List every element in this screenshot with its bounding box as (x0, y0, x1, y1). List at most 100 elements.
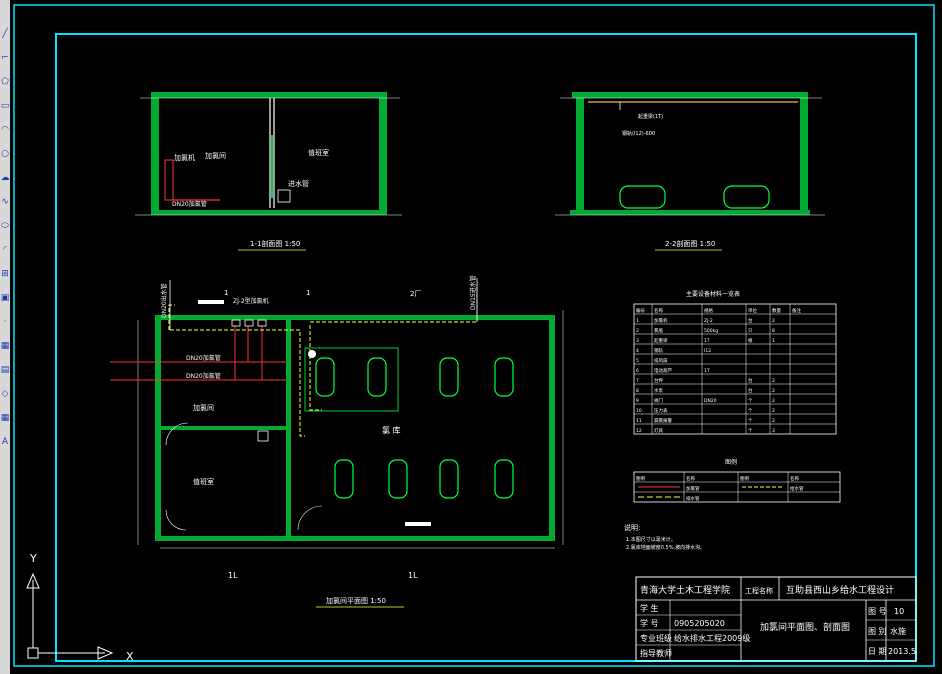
plan-room-duty: 值班室 (193, 477, 214, 486)
equipment-table-title: 主要设备材料一览表 (686, 290, 740, 298)
equipment-cell: 漏氯报警 (654, 417, 672, 424)
tb-meta-label-0: 图 号 (868, 607, 887, 616)
tb-row-value-1: 0905205020 (674, 619, 725, 628)
tb-meta-value-0: 10 (894, 607, 904, 616)
equipment-cell: 1 (636, 318, 639, 324)
tb-drawing-name: 加氯间平面图、剖面图 (760, 621, 850, 633)
equipment-cell: 4 (636, 348, 639, 354)
equipment-cell: 台秤 (654, 377, 663, 384)
cylinders (315, 357, 514, 499)
spline-icon[interactable]: ∿ (0, 196, 10, 208)
equipment-cell: 只 (748, 328, 753, 334)
equipment-cell: DN20 (704, 398, 717, 404)
equipment-cell: 3 (636, 338, 639, 344)
equipment-header: 数量 (772, 307, 781, 314)
equipment-cell: 2 (772, 408, 775, 414)
equipment-cell: 500kg (704, 328, 718, 334)
equipment-header: 编号 (636, 307, 645, 314)
equipment-cell: 台 (748, 387, 753, 394)
plan-riser2: DN15进水管 (469, 275, 477, 310)
s2-rail-label: 钢轨(I12)-600 (622, 130, 655, 137)
s1-chlorinator-label: 加氯机 (174, 153, 195, 162)
circle-icon[interactable]: ○ (0, 148, 10, 160)
tb-project-name: 互助县西山乡给水工程设计 (786, 584, 894, 596)
rectangle-icon[interactable]: ▭ (0, 100, 10, 112)
s1-pipe-label: DN20加氯管 (172, 200, 207, 208)
s1-room-left: 加氯间 (205, 151, 226, 160)
plan-chlorinator: ZJ-2型加氯机 (233, 297, 269, 305)
plan-axis-1: 1 (224, 289, 228, 297)
region-icon[interactable]: ◇ (0, 388, 10, 400)
arc-icon[interactable]: ◠ (0, 124, 10, 136)
s1-room-right: 值班室 (308, 148, 329, 157)
point-icon[interactable]: · (0, 316, 10, 328)
plan-title: 加氯间平面图 1:50 (326, 596, 386, 605)
polyline-icon[interactable]: ⌐ (0, 52, 10, 64)
title-block: 青海大学土木工程学院 工程名称 互助县西山乡给水工程设计 加氯间平面图、剖面图 … (635, 576, 917, 662)
equipment-cell: 2 (636, 328, 639, 334)
inner-frame (55, 33, 917, 662)
ucs-y-label: Y (29, 552, 37, 565)
equipment-cell: 灯具 (654, 427, 663, 434)
equipment-header: 备注 (792, 307, 801, 314)
equipment-cell: 水泵 (654, 387, 663, 394)
equipment-header: 名称 (654, 307, 663, 314)
tb-meta-label-2: 日 期 (868, 647, 887, 656)
legend-table: 图例 图例 名称 图例 名称加氯管 给水管排水管 (633, 458, 841, 503)
equipment-cell: 8 (636, 388, 639, 394)
line-icon[interactable]: ╱ (0, 28, 10, 40)
table-icon[interactable]: ▦ (0, 412, 10, 424)
equipment-header: 单位 (748, 307, 757, 314)
legend-header: 图例 (740, 475, 749, 482)
make-block-icon[interactable]: ▣ (0, 292, 10, 304)
section-2-2: 起重梁(1T) 钢轨(I12)-600 2-2剖面图 1:50 (555, 92, 825, 251)
legend-title: 图例 (725, 458, 737, 466)
equipment-cell: 钢轨 (654, 347, 663, 354)
equipment-cell: 个 (748, 428, 753, 434)
equipment-table: 主要设备材料一览表 编号 名称 规格 单位 数量 备注 1 加氯机 ZJ-2 台 2 2 氯瓶 500kg… (633, 290, 837, 435)
polygon-icon[interactable]: ⬠ (0, 76, 10, 88)
legend-cell: 给水管 (790, 485, 804, 492)
tb-row-label-3: 指导教师 (640, 648, 672, 658)
equipment-cell: 根 (748, 337, 753, 344)
s1-stair-label: 进水管 (288, 179, 309, 188)
multiline-text-icon[interactable]: A (0, 436, 10, 448)
equipment-cell: 2 (772, 318, 775, 324)
equipment-cell: 个 (748, 418, 753, 424)
equipment-cell: 个 (748, 408, 753, 414)
equipment-cell: 2 (772, 388, 775, 394)
plan-pipe2: DN20加氯管 (186, 372, 221, 380)
plan-section-mark-left: 1L (228, 571, 238, 580)
section-1-1: 加氯间 值班室 加氯机 DN20加氯管 进水管 1-1剖面图 1:50 (135, 92, 402, 251)
ucs-icon: Y X (26, 552, 134, 663)
equipment-cell: 排风扇 (654, 357, 668, 364)
equipment-cell: 7 (636, 378, 639, 384)
tb-project-label: 工程名称 (745, 586, 773, 595)
legend-header: 图例 (636, 475, 645, 482)
legend-header: 名称 (790, 475, 799, 482)
draw-toolbar: ╱ ⌐ ⬠ ▭ ◠ ○ ☁ ∿ ⬭ ◜ ⊞ ▣ · ▦ ▤ ◇ ▦ A (0, 0, 10, 674)
equipment-cell: 2 (772, 398, 775, 404)
equipment-cell: 加氯机 (654, 317, 668, 324)
equipment-cell: 起重梁 (654, 337, 668, 344)
ellipse-icon[interactable]: ⬭ (0, 220, 10, 232)
insert-block-icon[interactable]: ⊞ (0, 268, 10, 280)
hatch-icon[interactable]: ▦ (0, 340, 10, 352)
s2-title: 2-2剖面图 1:50 (665, 239, 715, 248)
equipment-cell: 1 (772, 338, 775, 344)
plan-view: 加氯间 值班室 氯 库 DN20加氯管 DN20加氯管 ZJ-2型加氯机 DN2… (110, 275, 564, 608)
equipment-cell: 9 (636, 398, 639, 404)
plan-section-mark-right: 1L (408, 571, 418, 580)
ucs-x-label: X (126, 650, 134, 663)
tb-meta-value-2: 2013.5 (888, 647, 916, 656)
equipment-cell: 2 (772, 418, 775, 424)
equipment-cell: 6 (636, 368, 639, 374)
cloud-icon[interactable]: ☁ (0, 172, 10, 184)
ellipse-arc-icon[interactable]: ◜ (0, 244, 10, 256)
gradient-icon[interactable]: ▤ (0, 364, 10, 376)
equipment-cell: 压力表 (654, 407, 668, 414)
equipment-cell: 氯瓶 (654, 327, 663, 334)
plan-riser1: DN20出水管 (160, 283, 168, 318)
notes-line-1: 1.本图尺寸以毫米计。 (626, 536, 676, 543)
plan-axis-2: 1 (306, 289, 310, 297)
